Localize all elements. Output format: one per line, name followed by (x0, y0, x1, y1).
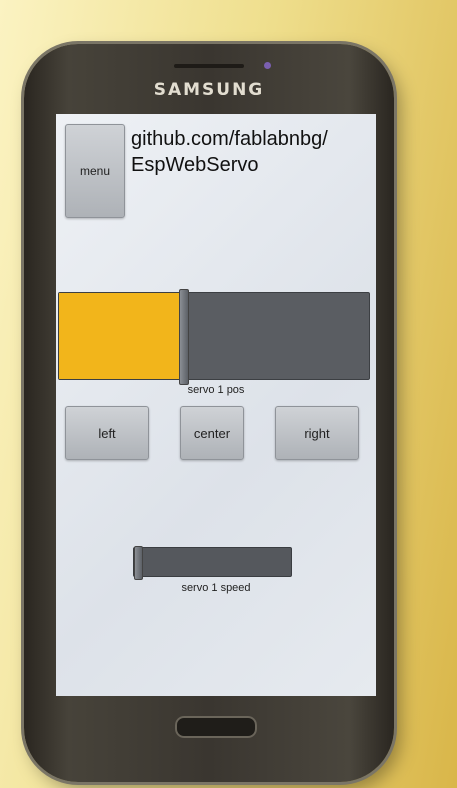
app-screen: menu github.com/fablabnbg/ EspWebServo s… (56, 114, 376, 696)
servo-position-caption: servo 1 pos (187, 384, 245, 396)
front-camera-icon (264, 62, 271, 69)
servo-speed-caption: servo 1 speed (181, 582, 251, 594)
servo-position-fill (59, 293, 183, 379)
servo-position-slider[interactable] (58, 289, 370, 385)
speaker-grille (174, 64, 244, 68)
servo-speed-handle[interactable] (134, 546, 143, 580)
home-button[interactable] (175, 716, 257, 738)
brand-logo: SAMSUNG (153, 80, 265, 100)
left-button[interactable]: left (65, 406, 149, 460)
center-button[interactable]: center (180, 406, 244, 460)
servo-speed-slider[interactable] (133, 546, 292, 580)
servo-position-handle[interactable] (179, 289, 189, 385)
right-button[interactable]: right (275, 406, 359, 460)
menu-button[interactable]: menu (65, 124, 125, 218)
page-title: github.com/fablabnbg/ EspWebServo (131, 128, 328, 176)
phone-body: SAMSUNG menu github.com/fablabnbg/ EspWe… (24, 44, 394, 782)
